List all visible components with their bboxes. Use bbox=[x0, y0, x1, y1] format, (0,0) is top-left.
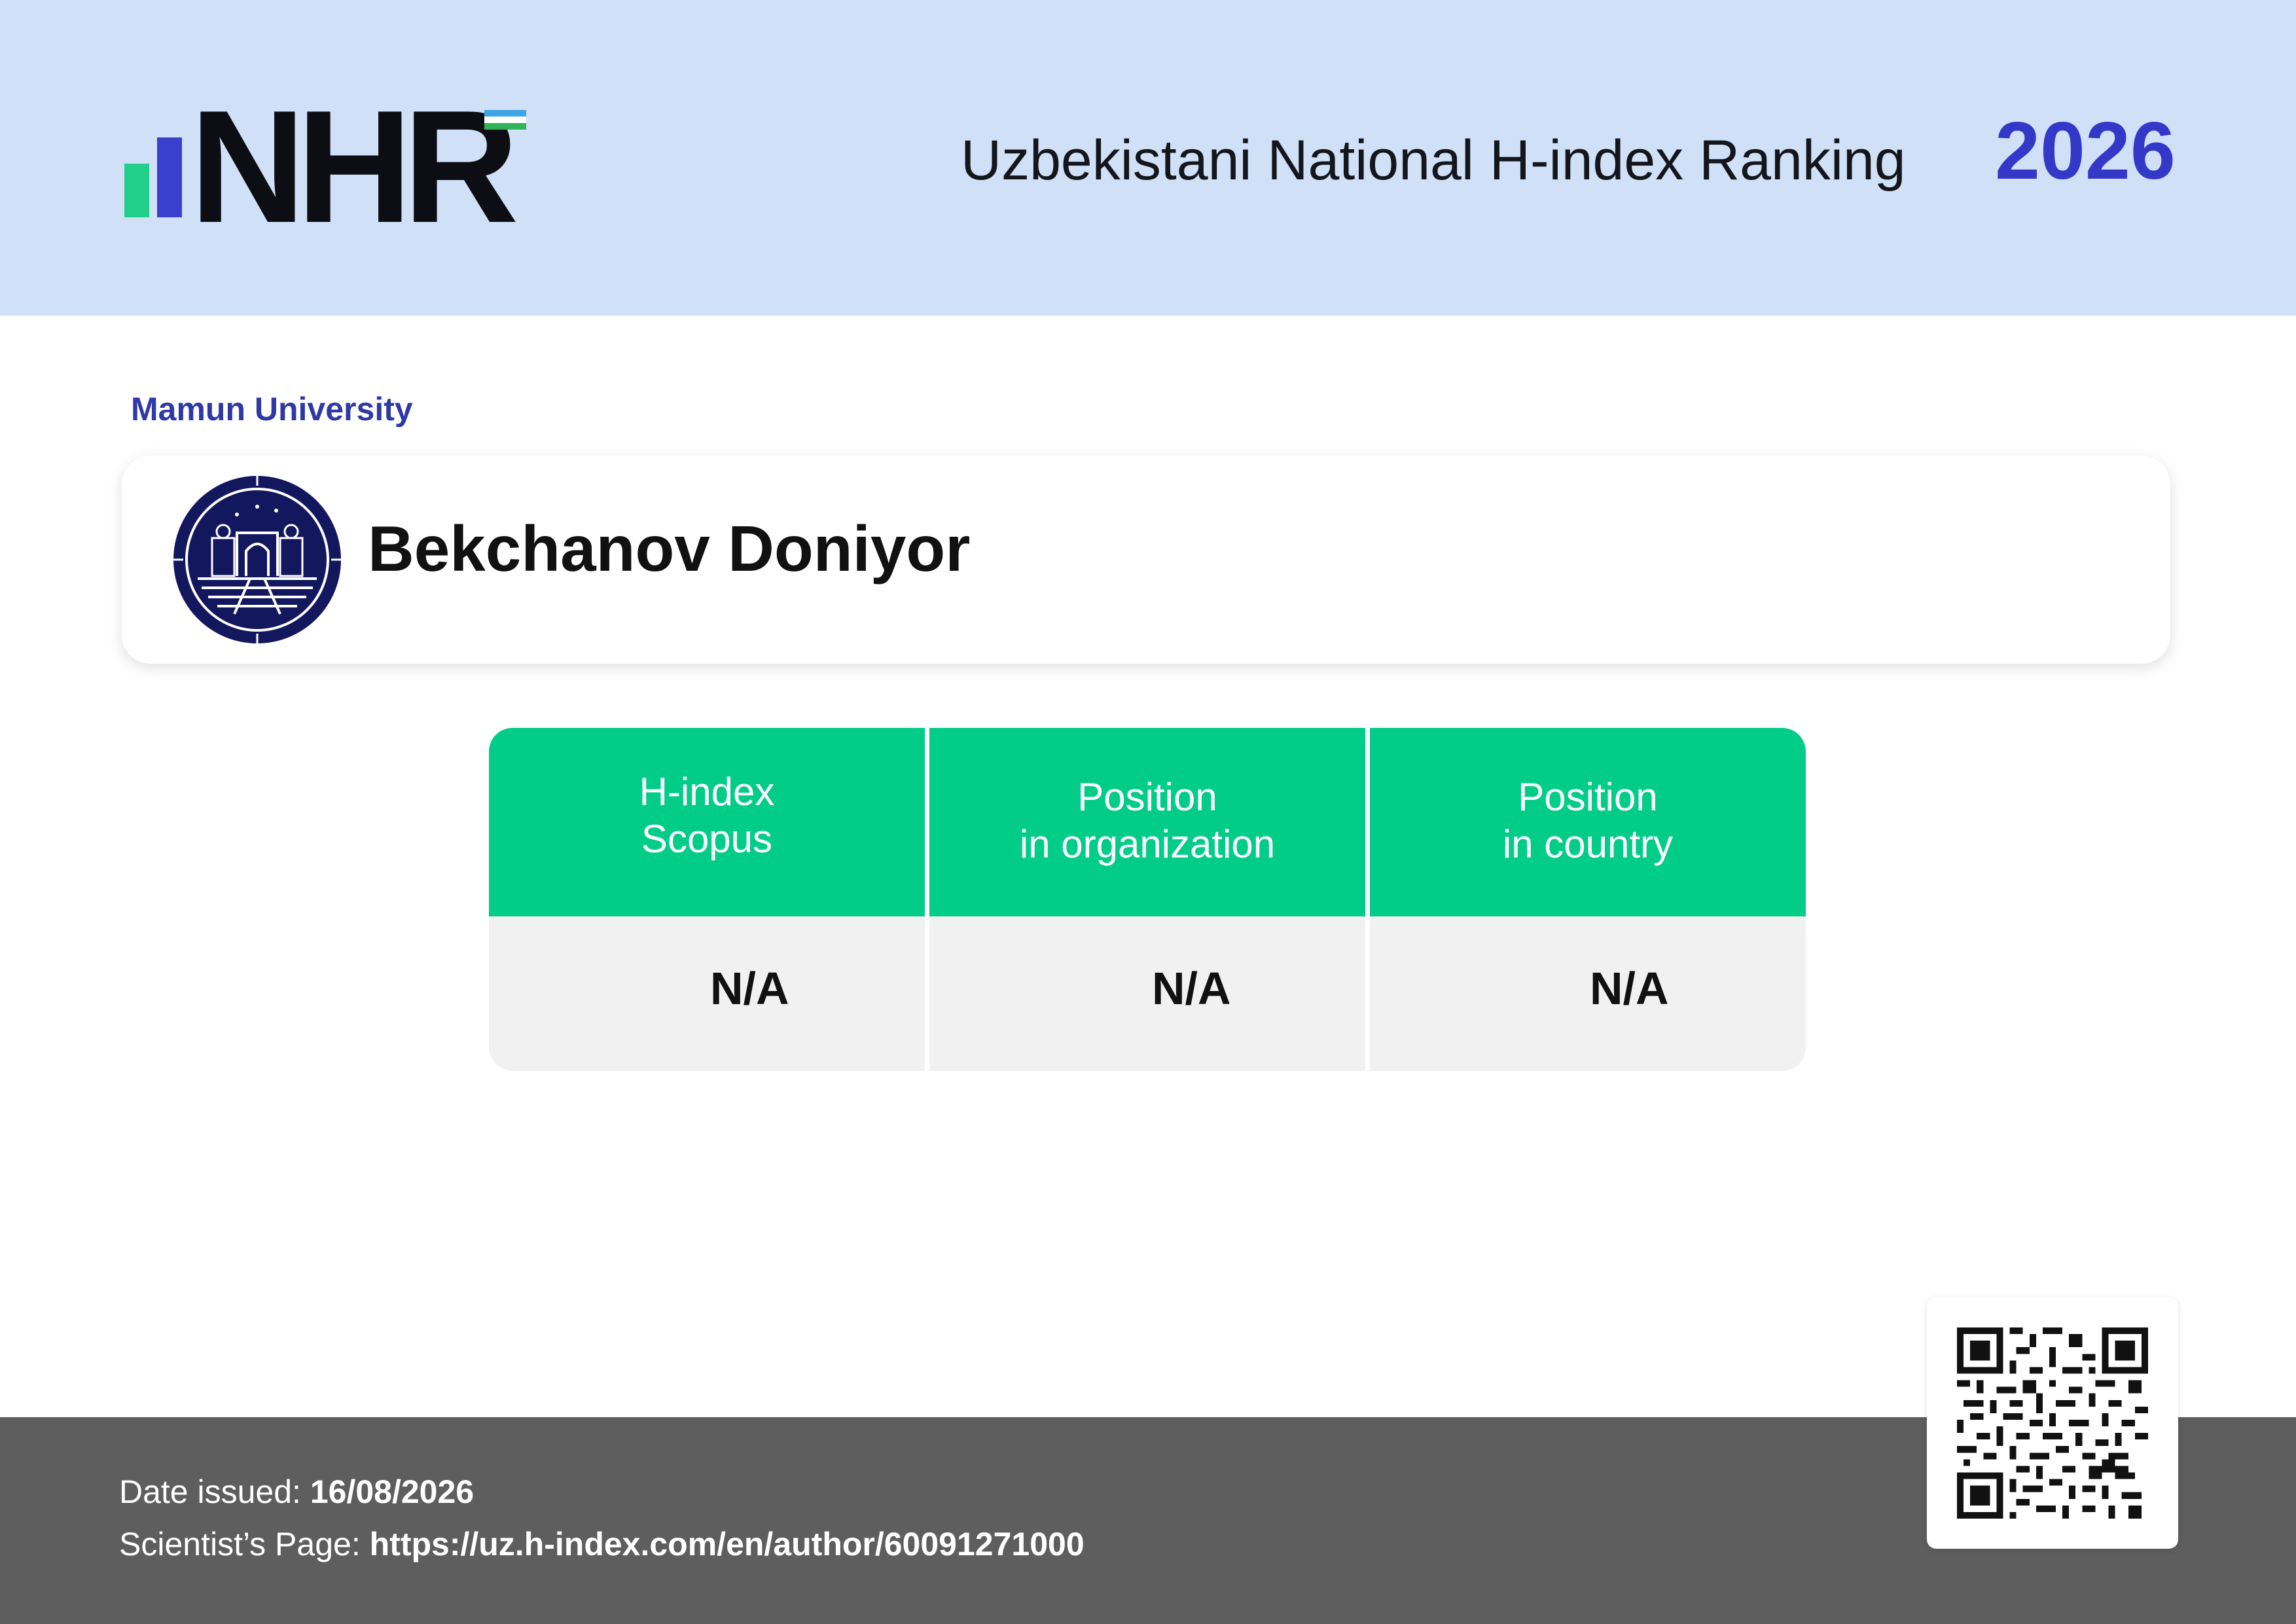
university-emblem-icon bbox=[171, 474, 343, 645]
stats-header: Position in organization bbox=[929, 728, 1365, 916]
uzbekistan-flag-icon bbox=[484, 110, 526, 132]
country-position-value: N/A bbox=[1590, 963, 1669, 1014]
ranking-title: Uzbekistani National H-index Ranking bbox=[961, 129, 1906, 192]
stats-column-country-position: Position in country N/A bbox=[1370, 728, 1806, 1071]
stats-value-cell: N/A bbox=[1370, 916, 1806, 1071]
stats-value-cell: N/A bbox=[489, 916, 925, 1071]
scientist-page-link[interactable]: https://uz.h-index.com/en/author/6009127… bbox=[370, 1526, 1085, 1562]
stats-header: Position in country bbox=[1370, 728, 1806, 916]
stats-header-line2: in organization bbox=[1019, 822, 1276, 866]
logo-text: NHR bbox=[190, 77, 519, 256]
stats-table: H-index Scopus N/A Position in organizat… bbox=[489, 728, 1806, 1071]
stats-header-line1: Position bbox=[1518, 775, 1658, 819]
date-issued-label: Date issued: bbox=[119, 1473, 301, 1510]
stats-header-line2: Scopus bbox=[641, 817, 773, 861]
org-position-value: N/A bbox=[1152, 963, 1231, 1014]
stats-header-line1: H-index bbox=[639, 770, 775, 814]
logo-bar-green bbox=[124, 164, 149, 217]
scientist-name: Bekchanov Doniyor bbox=[368, 513, 971, 585]
qr-code-icon[interactable] bbox=[1957, 1327, 2148, 1519]
nhr-logo-icon: NHR bbox=[124, 86, 543, 247]
header-band: NHR Uzbekistani National H-index Ranking… bbox=[0, 0, 2296, 316]
qr-card bbox=[1927, 1297, 2178, 1549]
date-issued-value: 16/08/2026 bbox=[310, 1473, 475, 1510]
stats-header-line2: in country bbox=[1502, 822, 1674, 866]
scientist-page: Scientist’s Page: https://uz.h-index.com… bbox=[119, 1525, 1085, 1563]
stats-value-cell: N/A bbox=[929, 916, 1365, 1071]
stats-column-hindex: H-index Scopus N/A bbox=[489, 728, 925, 1071]
scientist-card: Bekchanov Doniyor bbox=[122, 456, 2170, 664]
affiliation-label: Mamun University bbox=[131, 391, 413, 427]
stats-header-line1: Position bbox=[1077, 775, 1217, 819]
stats-header: H-index Scopus bbox=[489, 728, 925, 916]
logo-bar-blue bbox=[157, 137, 182, 217]
date-issued: Date issued: 16/08/2026 bbox=[119, 1473, 474, 1511]
scientist-page-label: Scientist’s Page: bbox=[119, 1526, 361, 1562]
hindex-value: N/A bbox=[710, 963, 789, 1014]
ranking-year: 2026 bbox=[1995, 106, 2176, 196]
stats-column-org-position: Position in organization N/A bbox=[929, 728, 1365, 1071]
